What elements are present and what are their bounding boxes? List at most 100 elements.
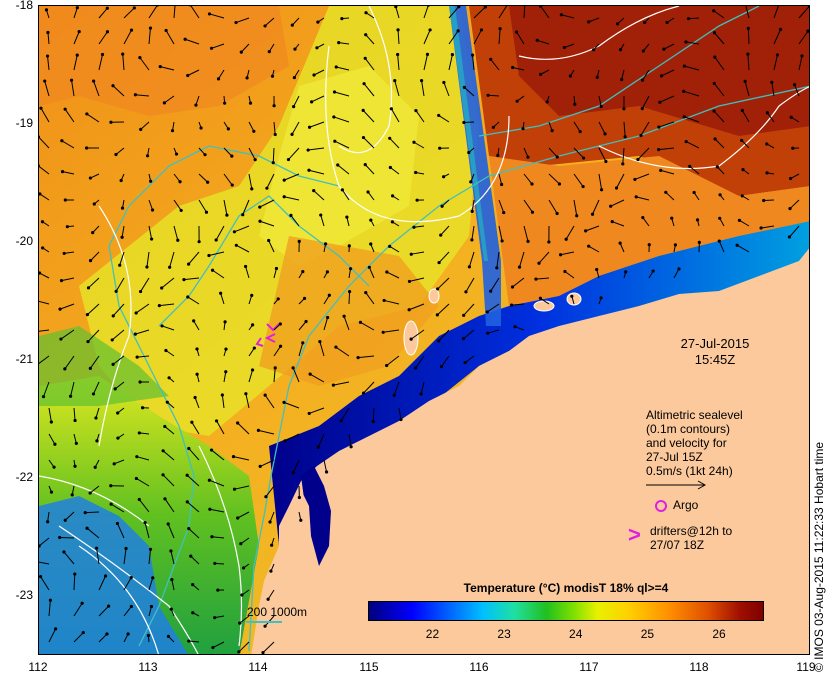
velocity-arrow-head <box>390 220 395 224</box>
velocity-arrow-head <box>713 55 717 59</box>
velocity-arrow-head <box>390 194 395 198</box>
velocity-arrow-head <box>174 152 179 156</box>
x-tick: 117 <box>579 660 599 674</box>
velocity-arrow-head <box>248 101 253 105</box>
velocity-arrow-head <box>735 243 739 247</box>
velocity-arrow-head <box>325 270 329 274</box>
velocity-arrow-head <box>361 108 365 112</box>
velocity-arrow-head <box>765 111 769 115</box>
velocity-arrow-head <box>267 238 271 243</box>
y-tick: -23 <box>15 588 33 602</box>
velocity-arrow-head <box>274 266 279 271</box>
velocity-arrow-head <box>409 252 413 256</box>
velocity-arrow-head <box>312 189 316 193</box>
velocity-arrow-head <box>740 194 744 198</box>
velocity-arrow-head <box>388 244 392 248</box>
velocity-arrow-head <box>107 604 111 608</box>
velocity-arrow-head <box>336 163 340 167</box>
velocity-arrow-head <box>331 383 335 387</box>
velocity-arrow-head <box>185 500 189 504</box>
velocity-arrow-head <box>231 454 236 459</box>
velocity-arrow-head <box>115 521 120 526</box>
velocity-arrow-head <box>243 264 248 269</box>
velocity-arrow-head <box>419 79 424 83</box>
credit-text: © IMOS 03-Aug-2015 11:22:33 Hobart time <box>812 441 826 672</box>
velocity-arrow-head <box>63 198 67 202</box>
velocity-arrow-head <box>319 213 323 217</box>
velocity-arrow-head <box>163 497 167 501</box>
velocity-arrow-head <box>382 298 386 303</box>
velocity-arrow-head <box>160 286 164 290</box>
velocity-arrow-head <box>673 243 677 247</box>
velocity-arrow-head <box>712 9 716 13</box>
velocity-arrow-head <box>40 220 45 224</box>
velocity-arrow-head <box>399 417 403 422</box>
argo-legend: Argo <box>655 498 698 512</box>
velocity-arrow-head <box>223 320 227 324</box>
velocity-arrow-head <box>103 574 108 578</box>
velocity-arrow-head <box>189 554 193 558</box>
velocity-arrow-head <box>58 535 62 540</box>
velocity-arrow-head <box>85 313 90 317</box>
velocity-arrow-head <box>665 20 669 25</box>
velocity-arrow-head <box>437 339 441 343</box>
velocity-arrow-head <box>186 295 190 299</box>
velocity-arrow-head <box>84 146 89 150</box>
velocity-arrow-head <box>743 79 747 83</box>
velocity-arrow-head <box>557 182 562 186</box>
velocity-arrow-head <box>762 198 766 203</box>
velocity-arrow-head <box>289 213 293 217</box>
island-3 <box>533 300 555 312</box>
velocity-arrow-head <box>116 411 120 415</box>
velocity-arrow-head <box>207 12 212 16</box>
velocity-arrow-head <box>216 77 221 81</box>
velocity-arrow-head <box>778 27 783 32</box>
velocity-arrow-head <box>462 313 466 317</box>
velocity-arrow-head <box>517 265 522 269</box>
velocity-arrow-head <box>789 115 793 119</box>
velocity-arrow-head <box>614 186 619 190</box>
velocity-arrow-head <box>133 93 138 97</box>
velocity-arrow-head <box>54 627 58 631</box>
velocity-arrow-head <box>282 178 286 182</box>
velocity-arrow-head <box>486 93 490 97</box>
velocity-arrow-head <box>292 104 296 109</box>
velocity-arrow-head <box>297 239 301 243</box>
velocity-arrow-head <box>157 304 161 308</box>
velocity-arrow-head <box>496 153 500 158</box>
velocity-arrow-head <box>137 431 141 435</box>
velocity-arrow-head <box>479 28 484 32</box>
velocity-arrow-head <box>161 449 165 453</box>
velocity-arrow-head <box>165 400 169 404</box>
velocity-arrow-head <box>164 28 168 33</box>
velocity-arrow-head <box>718 193 722 197</box>
velocity-arrow-head <box>327 293 331 297</box>
velocity-arrow-head <box>263 624 267 628</box>
velocity-arrow-head <box>60 139 64 143</box>
velocity-arrow-head <box>791 146 795 150</box>
velocity-arrow-head <box>440 204 444 208</box>
velocity-arrow-head <box>263 393 267 397</box>
velocity-arrow-head <box>388 136 392 140</box>
velocity-arrow-head <box>75 6 79 10</box>
velocity-arrow-head <box>210 268 215 272</box>
velocity-arrow-head <box>77 29 81 34</box>
velocity-arrow-head <box>495 266 499 270</box>
velocity-arrow-head <box>145 154 150 158</box>
velocity-arrow-head <box>133 332 137 336</box>
velocity-arrow-head <box>187 527 191 531</box>
velocity-arrow-head <box>339 419 343 423</box>
velocity-arrow-head <box>470 238 474 242</box>
velocity-arrow-head <box>467 150 471 155</box>
velocity-arrow-head <box>166 634 171 638</box>
velocity-arrow-head <box>92 79 96 83</box>
velocity-arrow-head <box>161 473 165 477</box>
velocity-arrow-head <box>139 127 143 131</box>
velocity-arrow-head <box>530 182 534 186</box>
velocity-arrow-head <box>539 72 543 76</box>
velocity-arrow-head <box>765 171 769 175</box>
velocity-arrow-head <box>595 267 599 272</box>
velocity-arrow-head <box>806 29 809 33</box>
velocity-arrow-head <box>364 33 368 37</box>
velocity-arrow-head <box>759 226 763 230</box>
